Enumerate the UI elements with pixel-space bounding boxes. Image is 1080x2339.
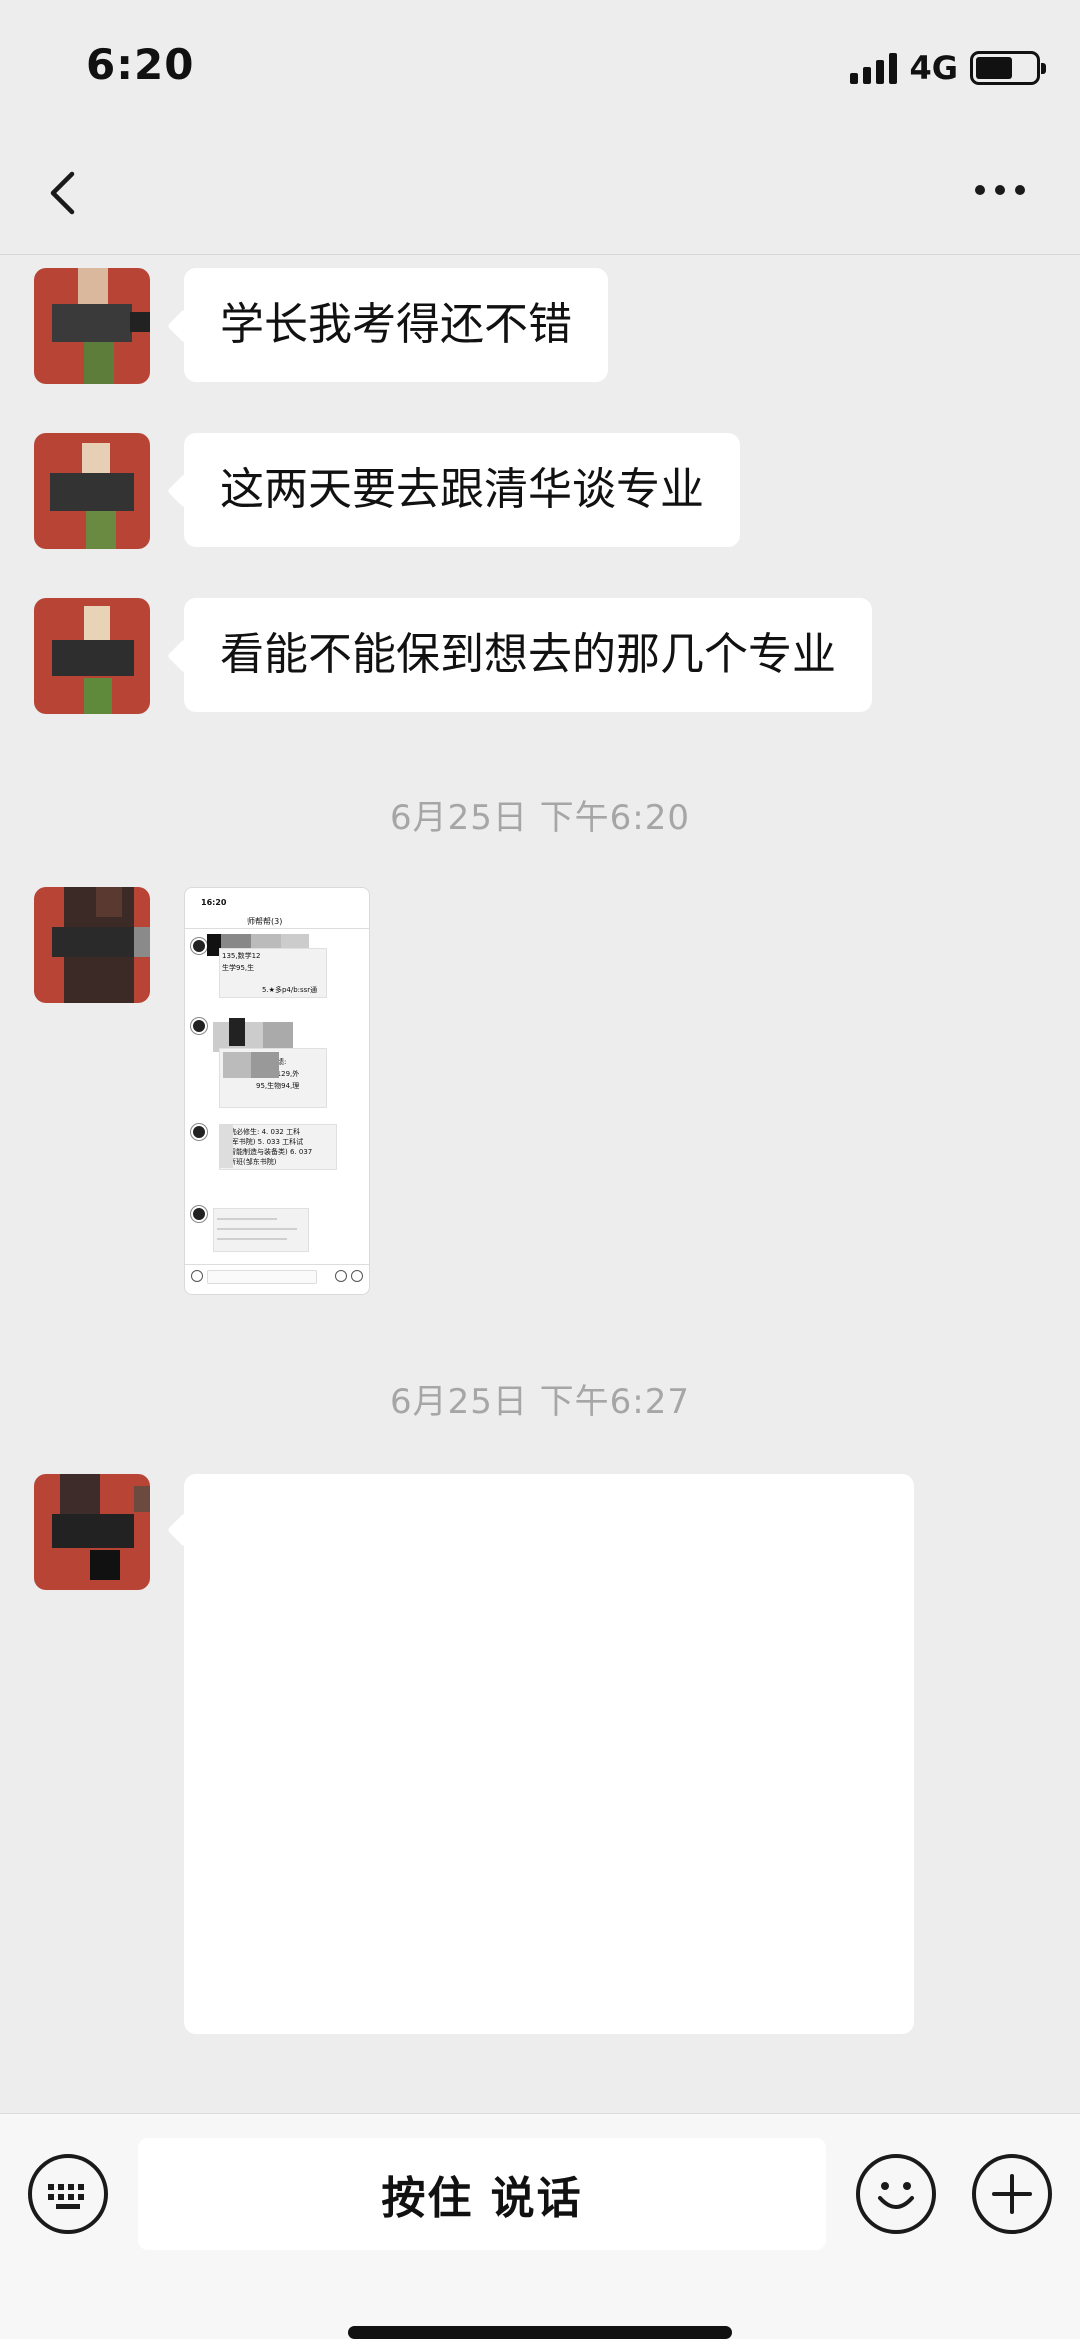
image-message[interactable]: 16:20 师帮帮(3) 135,数学12 生学95,生 5.★多p4/b:ss… — [184, 887, 370, 1295]
message-bubble[interactable]: 这两天要去跟清华谈专业 — [184, 433, 740, 547]
avatar[interactable] — [34, 1474, 150, 1590]
status-indicators: 4G — [850, 48, 1046, 88]
plus-circle-icon[interactable] — [972, 2154, 1052, 2234]
avatar — [191, 938, 207, 954]
emoji-icon[interactable] — [856, 2154, 936, 2234]
keyboard-icon[interactable] — [28, 2154, 108, 2234]
avatar — [191, 1018, 207, 1034]
thumbnail-time: 16:20 — [201, 898, 227, 907]
more-dots-icon[interactable] — [972, 180, 1028, 200]
plus-circle-icon — [351, 1270, 363, 1282]
avatar[interactable] — [34, 433, 150, 549]
thumbnail-title: 师帮帮(3) — [247, 917, 283, 926]
status-bar: 6:20 4G — [0, 0, 1080, 130]
thumbnail-bubble: 学院必修生: 4. 032 工科 (求军书院) 5. 033 工科试 超智能制造… — [219, 1124, 337, 1170]
message-bubble[interactable]: 学长我考得还不错 — [184, 268, 608, 382]
home-indicator[interactable] — [348, 2326, 732, 2339]
message-row: 这两天要去跟清华谈专业 — [0, 433, 1080, 549]
battery-icon — [970, 51, 1046, 85]
status-time: 6:20 — [86, 40, 195, 89]
voice-icon — [191, 1270, 203, 1282]
thumbnail-file-card — [213, 1208, 309, 1252]
chevron-left-icon[interactable] — [40, 168, 90, 218]
hold-to-talk-button[interactable]: 按住 说话 — [138, 2138, 826, 2250]
message-bubble-redacted[interactable] — [184, 1474, 914, 2034]
message-bubble[interactable]: 看能不能保到想去的那几个专业 — [184, 598, 872, 712]
emoji-icon — [335, 1270, 347, 1282]
signal-icon — [850, 52, 898, 84]
chat-header — [0, 130, 1080, 255]
input-bar: 按住 说话 — [0, 2113, 1080, 2339]
message-row — [0, 887, 1080, 1297]
thumbnail-bubble: 135,数学12 生学95,生 5.★多p4/b:ssr通 — [219, 948, 327, 998]
message-row: 学长我考得还不错 — [0, 268, 1080, 384]
timestamp: 6月25日 下午6:20 — [389, 798, 691, 838]
avatar[interactable] — [34, 268, 150, 384]
avatar — [191, 1206, 207, 1222]
chat-title-redacted — [240, 176, 890, 210]
avatar[interactable] — [34, 598, 150, 714]
message-row: 看能不能保到想去的那几个专业 — [0, 598, 1080, 714]
network-type: 4G — [909, 49, 958, 87]
avatar — [191, 1124, 207, 1140]
avatar[interactable] — [34, 887, 150, 1003]
timestamp: 6月25日 下午6:27 — [389, 1382, 691, 1422]
